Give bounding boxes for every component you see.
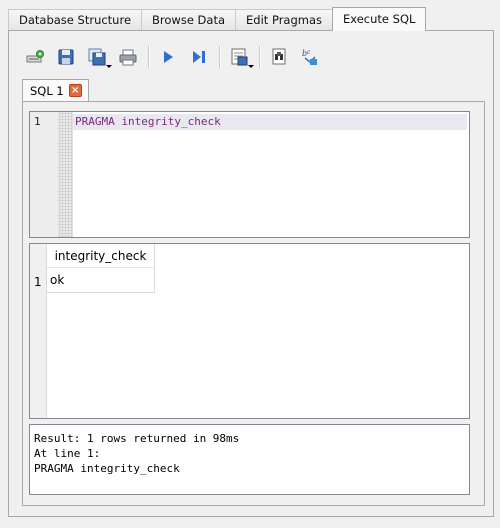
find-button[interactable]: [268, 46, 290, 68]
close-icon[interactable]: ×: [68, 84, 82, 97]
row-number[interactable]: 1: [34, 275, 42, 289]
svg-text:c: c: [307, 49, 311, 56]
fold-margin: [58, 112, 72, 237]
row-header-column: [30, 244, 47, 418]
toolbar-separator: [259, 46, 261, 68]
execute-line-button[interactable]: [188, 46, 210, 68]
sql-toolbar: b c: [24, 44, 330, 70]
tab-sql-1[interactable]: SQL 1 ×: [22, 79, 89, 101]
execution-message-box[interactable]: Result: 1 rows returned in 98ms At line …: [29, 424, 470, 495]
save-sql-file-icon: [88, 48, 106, 66]
tab-browse-data[interactable]: Browse Data: [141, 9, 237, 30]
column-header[interactable]: integrity_check: [47, 244, 155, 268]
execute-all-icon: [164, 51, 173, 63]
sql-code-editor[interactable]: 1 PRAGMA integrity_check: [29, 111, 470, 238]
save-results-button[interactable]: [228, 46, 254, 68]
tab-edit-pragmas[interactable]: Edit Pragmas: [235, 9, 334, 30]
results-grid[interactable]: integrity_check 1 ok: [29, 243, 470, 419]
message-line: Result: 1 rows returned in 98ms: [34, 432, 240, 445]
message-line: PRAGMA integrity_check: [34, 462, 180, 475]
message-line: At line 1:: [34, 447, 101, 460]
editor-tab-bar: SQL 1 ×: [22, 79, 89, 101]
sql-tab-label: SQL 1: [30, 83, 64, 98]
find-icon: [272, 48, 286, 65]
tab-execute-sql[interactable]: Execute SQL: [332, 7, 427, 31]
open-sql-file-icon: [58, 49, 74, 65]
table-cell[interactable]: ok: [47, 268, 155, 293]
open-sql-file-button[interactable]: [55, 46, 77, 68]
main-tab-bar: Database Structure Browse Data Edit Prag…: [8, 7, 427, 31]
save-results-icon: [231, 48, 248, 66]
chevron-down-icon: [248, 65, 254, 68]
find-replace-icon: b c: [302, 49, 317, 65]
toolbar-separator: [219, 46, 221, 68]
chevron-down-icon: [106, 65, 112, 68]
open-tab-button[interactable]: [24, 46, 46, 68]
line-number: 1: [34, 115, 41, 128]
sql-code-line[interactable]: PRAGMA integrity_check: [75, 115, 221, 128]
print-icon: [119, 49, 137, 66]
toolbar-separator: [148, 46, 150, 68]
execute-line-icon: [193, 51, 205, 63]
tab-database-structure[interactable]: Database Structure: [8, 9, 143, 30]
find-replace-button[interactable]: b c: [299, 46, 321, 68]
save-sql-file-button[interactable]: [86, 46, 112, 68]
execute-all-button[interactable]: [157, 46, 179, 68]
print-button[interactable]: [117, 46, 139, 68]
open-tab-icon: [26, 50, 44, 63]
